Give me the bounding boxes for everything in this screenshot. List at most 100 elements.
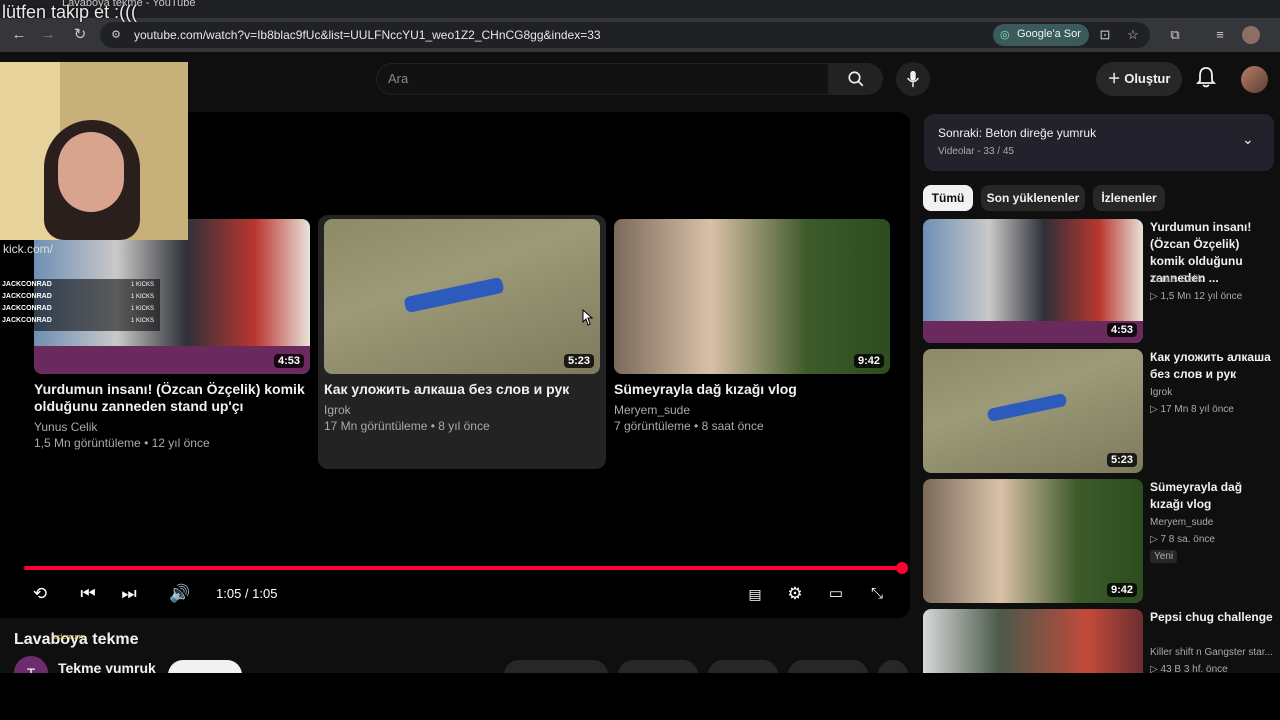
video-title[interactable]: Pepsi chug challenge bbox=[1150, 609, 1275, 626]
search-icon bbox=[848, 71, 864, 87]
video-thumbnail[interactable]: 9:42 bbox=[614, 219, 890, 374]
create-button[interactable]: ＋ Oluştur bbox=[1096, 62, 1182, 96]
video-title[interactable]: Sümeyrayla dağ kızağı vlog bbox=[614, 381, 894, 398]
video-title[interactable]: Как уложить алкаша без слов и рук bbox=[324, 381, 604, 398]
browser-profile-avatar[interactable] bbox=[1242, 26, 1260, 44]
chat-user: JACKCONRAD bbox=[2, 293, 52, 300]
video-thumbnail[interactable]: 9:42 bbox=[923, 479, 1143, 603]
thumbnail-figure bbox=[403, 276, 505, 314]
duration-badge: 9:42 bbox=[1106, 583, 1137, 597]
video-thumbnail[interactable] bbox=[923, 609, 1143, 673]
google-lens-icon: ◎ bbox=[1000, 29, 1010, 41]
sidebar-video-item[interactable]: 5:23 Как уложить алкаша без слов и рук I… bbox=[923, 349, 1278, 473]
chat-text: 1 KICKS bbox=[130, 282, 154, 288]
theater-mode-icon[interactable]: ▭ bbox=[824, 582, 848, 606]
video-title[interactable]: Yurdumun insanı! (Özcan Özçelik) komik o… bbox=[34, 381, 314, 415]
reload-icon[interactable]: ↻ bbox=[70, 25, 90, 45]
google-sor-button[interactable]: ◎ Google'a Sor bbox=[993, 24, 1089, 46]
channel-name[interactable]: Igrok bbox=[324, 402, 351, 418]
video-meta: 17 Mn görüntüleme • 8 yıl önce bbox=[324, 419, 490, 433]
chip-recent[interactable]: Son yüklenenler bbox=[981, 185, 1085, 211]
address-url[interactable]: youtube.com/watch?v=Ib8blac9fUc&list=UUL… bbox=[134, 28, 601, 42]
endscreen-video-card[interactable]: 5:23 Как уложить алкаша без слов и рук I… bbox=[318, 215, 606, 469]
browser-tab-strip: Lavaboya tekme - YouTube bbox=[0, 0, 1280, 18]
duration-badge: 9:42 bbox=[853, 354, 884, 368]
chat-message: JACKCONRAD 1 KICKS bbox=[0, 279, 160, 291]
install-app-icon[interactable]: ⊡ bbox=[1096, 26, 1114, 44]
volume-icon[interactable]: 🔊 bbox=[168, 582, 192, 606]
video-meta: 7 görüntüleme • 8 saat önce bbox=[614, 419, 764, 433]
video-meta: 1,5 Mn görüntüleme • 12 yıl önce bbox=[34, 436, 210, 450]
endscreen-video-card[interactable]: 9:42 Sümeyrayla dağ kızağı vlog Meryem_s… bbox=[614, 215, 904, 469]
chat-message: JACKCONRAD 1 KICKS bbox=[0, 303, 160, 315]
chat-user: JACKCONRAD bbox=[2, 317, 52, 324]
voice-search-button[interactable] bbox=[896, 62, 930, 96]
plus-icon: ＋ bbox=[1107, 71, 1121, 86]
sidebar-video-item[interactable]: Pepsi chug challenge Killer shift n Gang… bbox=[923, 609, 1278, 673]
site-info-icon[interactable]: ⚙ bbox=[106, 25, 126, 45]
chat-text: 1 KICKS bbox=[130, 306, 154, 312]
thumbnail-caption-bar bbox=[34, 346, 310, 374]
progress-scrubber[interactable] bbox=[896, 562, 908, 574]
thumbnail-figure bbox=[986, 392, 1068, 423]
duration-badge: 5:23 bbox=[563, 354, 594, 368]
forward-arrow-icon[interactable]: → bbox=[38, 25, 58, 45]
channel-name[interactable]: Yunus Celik bbox=[1150, 274, 1203, 285]
channel-name[interactable]: Meryem_sude bbox=[1150, 517, 1213, 528]
exit-fullscreen-icon[interactable]: ⤡ bbox=[865, 582, 889, 606]
next-icon[interactable]: ⏭ bbox=[117, 582, 141, 606]
subtitles-icon[interactable]: ▤ bbox=[743, 582, 767, 606]
video-title[interactable]: Sümeyrayla dağ kızağı vlog bbox=[1150, 479, 1275, 513]
stream-overlay-text: lütfen takip et :((( bbox=[2, 2, 138, 22]
back-arrow-icon[interactable]: ← bbox=[9, 25, 29, 45]
up-next-subtitle: Videolar - 33 / 45 bbox=[938, 146, 1014, 157]
channel-name[interactable]: Meryem_sude bbox=[614, 402, 690, 418]
chat-text: 1 KICKS bbox=[130, 294, 154, 300]
previous-icon[interactable]: ⏮ bbox=[76, 582, 100, 606]
replay-icon[interactable]: ⟲ bbox=[28, 582, 52, 606]
video-meta: ▷ 43 B 3 hf. önce bbox=[1150, 664, 1228, 673]
webcam-face bbox=[58, 132, 124, 212]
up-next-title: Sonraki: Beton direğe yumruk bbox=[938, 126, 1097, 140]
letterbox-bottom bbox=[0, 673, 1280, 720]
channel-name[interactable]: Igrok bbox=[1150, 387, 1172, 398]
chip-watched[interactable]: İzlenenler bbox=[1093, 185, 1165, 211]
endscreen-video-card[interactable]: 4:53 Yurdumun insanı! (Özcan Özçelik) ko… bbox=[34, 215, 324, 469]
user-avatar[interactable] bbox=[1241, 66, 1268, 93]
stream-chat-overlay: JACKCONRAD 1 KICKS JACKCONRAD 1 KICKS JACK… bbox=[0, 279, 160, 331]
chat-user: JACKCONRAD bbox=[2, 305, 52, 312]
video-meta: ▷ 17 Mn 8 yıl önce bbox=[1150, 404, 1234, 415]
search-input[interactable] bbox=[376, 63, 829, 95]
channel-name[interactable]: Yunus Celik bbox=[34, 419, 97, 435]
sidebar-video-item[interactable]: 4:53 Yurdumun insanı! (Özcan Özçelik) ko… bbox=[923, 219, 1278, 343]
progress-bar[interactable] bbox=[24, 566, 902, 570]
chat-message: JACKCONRAD 1 KICKS bbox=[0, 291, 160, 303]
sidebar-video-item[interactable]: 9:42 Sümeyrayla dağ kızağı vlog Meryem_s… bbox=[923, 479, 1278, 603]
extensions-icon[interactable]: ⧉ bbox=[1166, 26, 1184, 44]
bookmark-star-icon[interactable]: ☆ bbox=[1124, 26, 1142, 44]
video-thumbnail[interactable]: 5:23 bbox=[324, 219, 600, 374]
chip-all[interactable]: Tümü bbox=[923, 185, 973, 211]
duration-badge: 4:53 bbox=[1106, 323, 1137, 337]
video-thumbnail[interactable]: 4:53 bbox=[923, 219, 1143, 343]
microphone-icon bbox=[907, 70, 919, 88]
video-title[interactable]: Как уложить алкаша без слов и рук bbox=[1150, 349, 1275, 383]
time-display: 1:05 / 1:05 bbox=[216, 586, 278, 601]
video-thumbnail[interactable]: 5:23 bbox=[923, 349, 1143, 473]
chevron-down-icon[interactable]: ⌄ bbox=[1242, 131, 1254, 148]
google-sor-label: Google'a Sor bbox=[1017, 28, 1081, 40]
search-placeholder: Ara bbox=[388, 71, 409, 86]
mouse-cursor-icon bbox=[582, 308, 594, 326]
playlist-up-next[interactable] bbox=[924, 114, 1274, 171]
channel-name[interactable]: Killer shift n Gangster star... bbox=[1150, 647, 1273, 658]
duration-badge: 5:23 bbox=[1106, 453, 1137, 467]
kick-watermark: kick.com/ bbox=[3, 242, 54, 256]
media-control-icon[interactable]: ≡ bbox=[1211, 26, 1229, 44]
search-button[interactable] bbox=[829, 63, 883, 95]
create-label: Oluştur bbox=[1124, 71, 1171, 86]
video-meta: ▷ 7 8 sa. önce bbox=[1150, 534, 1215, 545]
app-root: Lavaboya tekme - YouTube lütfen takip et… bbox=[0, 0, 1280, 720]
notifications-button[interactable] bbox=[1194, 66, 1218, 90]
gear-icon[interactable]: ⚙ bbox=[783, 582, 807, 606]
chat-message: JACKCONRAD 1 KICKS bbox=[0, 315, 160, 327]
